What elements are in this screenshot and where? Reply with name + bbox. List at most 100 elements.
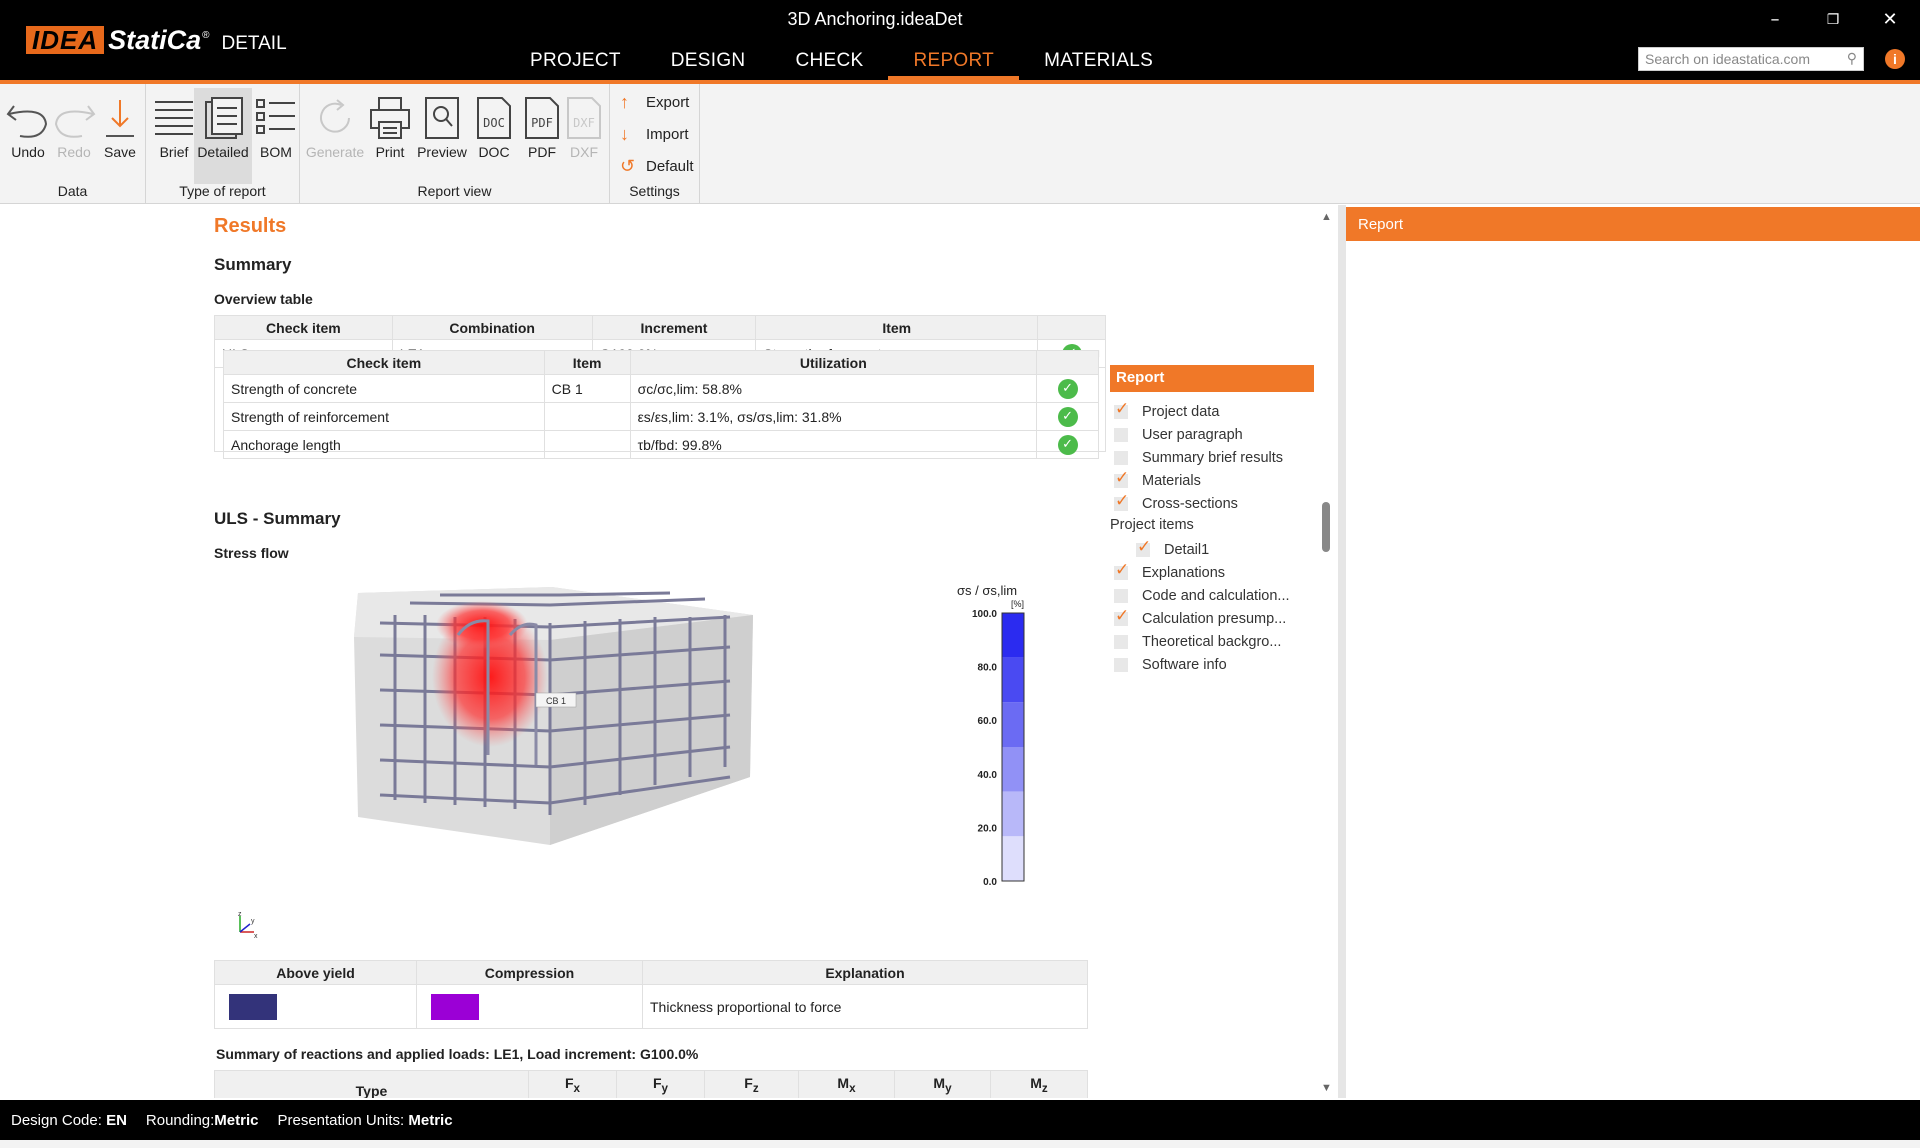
block-3d-view: CB 1 [354,587,753,845]
report-option-item[interactable]: Code and calculation... [1114,586,1290,606]
cell: Thickness proportional to force [642,984,1088,1029]
scroll-up-icon[interactable]: ▲ [1321,211,1332,223]
header-cell: Fx [528,1070,617,1098]
stress-legend: σs / σs,lim [%] 100.0 80.0 60.0 40.0 20.0 0.0 [950,583,1040,913]
group-label-view: Report view [417,183,492,199]
svg-text:DXF: DXF [573,116,595,130]
table-header-row: Check item Item Utilization [223,350,1099,375]
checkbox-checked-icon[interactable] [1136,537,1151,557]
nav-project[interactable]: PROJECT [505,42,646,80]
overview-heading: Overview table [214,291,313,307]
doc-button[interactable]: DOC DOC [470,88,518,184]
header-cell: Mx [798,1070,895,1098]
legend-scale: 100.0 80.0 60.0 40.0 20.0 0.0 [972,609,1025,888]
checkbox-checked-icon[interactable] [1114,560,1129,580]
checkbox-unchecked-icon[interactable] [1114,428,1128,442]
default-button[interactable]: ↺ Default [620,154,694,178]
logo-idea: IDEA [26,26,105,54]
scroll-thumb[interactable] [1322,502,1330,552]
ribbon-group-view: Generate Print Preview DOC DOC PDF PDF D… [300,84,610,204]
report-option-item[interactable]: Calculation presump... [1114,606,1287,629]
save-button[interactable]: Save [96,88,144,184]
status-design-code[interactable]: Design Code: EN [11,1112,127,1129]
preview-button[interactable]: Preview [414,88,470,184]
stress-cloud-top [436,601,528,649]
pdf-button[interactable]: PDF PDF [518,88,566,184]
checkbox-checked-icon[interactable] [1114,606,1129,626]
search-input[interactable]: Search on ideastatica.com ⚲ [1638,47,1864,71]
restore-button[interactable]: ❐ [1813,8,1853,32]
bom-button[interactable]: BOM [252,88,300,184]
report-option-item[interactable]: Software info [1114,655,1227,675]
cell [543,402,631,431]
detailed-button[interactable]: Detailed [194,88,252,184]
info-icon[interactable]: i [1885,49,1905,69]
report-option-label: Explanations [1142,565,1226,581]
generate-button[interactable]: Generate [304,88,366,184]
detail-table: Check item Item Utilization Strength of … [223,350,1099,459]
table-header-row: Type Fx Fy Fz Mx My Mz [214,1070,1088,1098]
report-panel: Report [1346,205,1920,1098]
axis-triad: z y x [230,910,260,945]
group-label-type: Type of report [179,183,266,199]
report-scrollbar[interactable]: ▲ ▼ [1318,205,1334,1098]
nav-materials[interactable]: MATERIALS [1019,42,1178,80]
export-button[interactable]: ↑ Export [620,90,689,114]
checkbox-checked-icon[interactable] [1114,491,1129,511]
checkbox-checked-icon[interactable] [1114,468,1129,488]
status-bar: Design Code: EN Rounding:Metric Presenta… [0,1100,1920,1140]
report-option-label: Software info [1142,657,1227,673]
scroll-down-icon[interactable]: ▼ [1321,1082,1332,1094]
report-options-header: Report [1110,365,1314,392]
legend-tick-label: 80.0 [978,663,998,674]
panel-splitter[interactable] [1338,205,1346,1098]
search-icon[interactable]: ⚲ [1847,50,1857,67]
dxf-button[interactable]: DXF DXF [560,88,608,184]
cell [214,984,417,1029]
import-button[interactable]: ↓ Import [620,122,689,146]
report-option-item[interactable]: Explanations [1114,560,1226,583]
legend-color-band [1002,836,1024,881]
svg-text:DOC: DOC [483,116,505,130]
table-row: Thickness proportional to force [214,984,1088,1029]
legend-color-band [1002,791,1024,837]
table-row[interactable]: Strength of concrete CB 1 σc/σc,lim: 58.… [223,374,1099,403]
brief-button[interactable]: Brief [150,88,198,184]
arrow-up-icon: ↑ [620,91,629,112]
legend-color-band [1002,702,1024,747]
axis-label-y: y [251,918,255,925]
report-option-item[interactable]: Materials [1114,468,1201,491]
cell: CB 1 [543,374,631,403]
report-option-item[interactable]: User paragraph [1114,425,1243,445]
bom-icon [256,99,295,134]
report-option-item[interactable]: Theoretical backgro... [1114,632,1281,652]
checkbox-checked-icon[interactable] [1114,399,1129,419]
dxf-icon: DXF [567,97,601,139]
undo-button[interactable]: Undo [4,88,52,184]
checkbox-unchecked-icon[interactable] [1114,451,1128,465]
minimize-button[interactable]: – [1755,8,1795,32]
nav-check[interactable]: CHECK [770,42,888,80]
report-option-item[interactable]: Project data [1114,399,1219,422]
print-button[interactable]: Print [366,88,414,184]
checkbox-unchecked-icon[interactable] [1114,635,1128,649]
report-view[interactable]: Results Summary Overview table Check ite… [0,205,1330,1098]
close-button[interactable]: ✕ [1870,8,1910,32]
checkbox-unchecked-icon[interactable] [1114,589,1128,603]
checkbox-unchecked-icon[interactable] [1114,658,1128,672]
report-option-label: Calculation presump... [1142,611,1287,627]
report-option-item[interactable]: Cross-sections [1114,491,1238,514]
report-option-item[interactable]: Summary brief results [1114,448,1283,468]
nav-design[interactable]: DESIGN [646,42,771,80]
table-row[interactable]: Anchorage length τb/fbd: 99.8% ✓ [223,430,1099,459]
nav-report[interactable]: REPORT [888,42,1020,80]
status-cell: ✓ [1036,402,1099,431]
status-units[interactable]: Presentation Units: Metric [277,1112,452,1129]
axis-triad-icon: z y x [238,911,258,940]
table-row[interactable]: Strength of reinforcement εs/εs,lim: 3.1… [223,402,1099,431]
status-rounding[interactable]: Rounding:Metric [146,1112,259,1129]
legend-color-band [1002,747,1024,792]
redo-button[interactable]: Redo [50,88,98,184]
report-option-item[interactable]: Detail1 [1136,537,1209,560]
status-cell: ✓ [1036,374,1099,403]
